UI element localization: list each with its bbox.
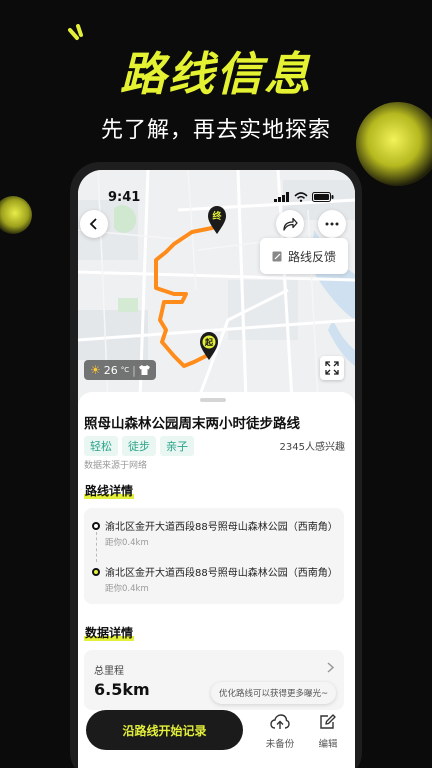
start-recording-button[interactable]: 沿路线开始记录	[86, 710, 243, 750]
backup-button[interactable]: 未备份	[260, 714, 300, 750]
phone-screen: 终 起 9:41 路线反馈 ☀ 26 °C | 照母山森林公园周末两小时徒步路线…	[78, 170, 355, 768]
route-detail-heading: 路线详情	[84, 482, 135, 499]
edit-button[interactable]: 编辑	[308, 714, 348, 750]
interest-count: 2345人感兴趣	[279, 442, 345, 453]
share-icon	[283, 217, 298, 231]
sheet-drag-handle[interactable]	[200, 398, 226, 402]
svg-text:终: 终	[211, 210, 222, 222]
signal-icon	[274, 192, 289, 202]
more-icon	[325, 222, 339, 226]
data-source-note: 数据来源于网络	[84, 461, 148, 471]
route-feedback-button[interactable]: 路线反馈	[260, 238, 348, 274]
edit-note-icon	[272, 251, 282, 261]
route-title: 照母山森林公园周末两小时徒步路线	[84, 416, 300, 432]
route-tag: 轻松	[84, 436, 118, 456]
data-detail-heading: 数据详情	[84, 624, 135, 641]
temperature-value: 26	[103, 363, 118, 377]
chevron-left-icon	[89, 218, 97, 230]
svg-text:起: 起	[204, 337, 214, 347]
hero-subtitle: 先了解，再去实地探索	[100, 118, 331, 143]
temperature-unit: °C	[120, 366, 130, 374]
weather-badge: ☀ 26 °C |	[84, 360, 156, 380]
route-feedback-label: 路线反馈	[287, 249, 336, 264]
route-detail-card: 渝北区金开大道西段88号照母山森林公园（西南角） 距你0.4km 渝北区金开大道…	[84, 508, 344, 604]
start-dot-icon	[92, 522, 100, 530]
edit-label: 编辑	[318, 739, 338, 750]
wifi-icon	[294, 192, 308, 202]
chevron-right-icon	[327, 662, 334, 673]
divider: |	[132, 363, 136, 377]
decorative-glow-left	[0, 196, 32, 234]
route-tag: 亲子	[160, 436, 194, 456]
total-distance-value: 6.5km	[94, 680, 150, 699]
back-button[interactable]	[80, 210, 108, 238]
route-info-sheet: 照母山森林公园周末两小时徒步路线 轻松 徒步 亲子 2345人感兴趣 数据来源于…	[78, 392, 355, 768]
more-button[interactable]	[318, 210, 346, 238]
route-tags: 轻松 徒步 亲子	[84, 436, 194, 456]
backup-label: 未备份	[265, 739, 295, 750]
route-tag: 徒步	[122, 436, 156, 456]
stop-distance: 距你0.4km	[105, 538, 149, 548]
expand-icon	[325, 361, 339, 375]
status-time: 9:41	[108, 190, 141, 205]
fullscreen-button[interactable]	[320, 356, 344, 380]
battery-icon	[312, 192, 334, 202]
total-distance-label: 总里程	[94, 666, 124, 677]
tshirt-icon	[138, 365, 150, 375]
stop-connector-line	[96, 532, 97, 562]
cloud-upload-icon	[270, 714, 290, 729]
hero-title: 路线信息	[120, 47, 312, 101]
stop-distance: 距你0.4km	[105, 584, 149, 594]
status-indicators	[274, 192, 334, 202]
stop-address: 渝北区金开大道西段88号照母山森林公园（西南角）	[105, 568, 338, 579]
stop-address: 渝北区金开大道西段88号照母山森林公园（西南角）	[105, 522, 338, 533]
sun-icon: ☀	[90, 363, 101, 377]
end-dot-icon	[92, 568, 100, 576]
optimize-tooltip: 优化路线可以获得更多曝光~	[211, 682, 337, 704]
share-button[interactable]	[276, 210, 304, 238]
edit-icon	[320, 714, 336, 729]
